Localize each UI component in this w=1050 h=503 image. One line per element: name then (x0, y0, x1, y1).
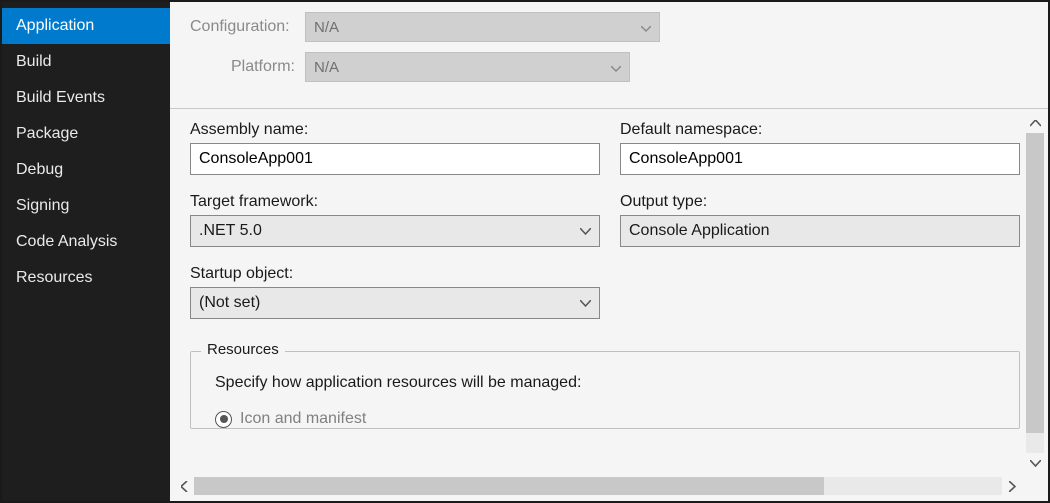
vertical-scroll-track[interactable] (1026, 133, 1044, 453)
output-type-label: Output type: (620, 193, 1020, 211)
scroll-down-icon[interactable] (1025, 453, 1045, 473)
assembly-name-label: Assembly name: (190, 121, 600, 139)
target-framework-label: Target framework: (190, 193, 600, 211)
configuration-label: Configuration: (190, 18, 305, 36)
config-header: Configuration: N/A Platform: N/A (170, 2, 1048, 109)
resources-group: Resources Specify how application resour… (190, 351, 1020, 429)
chevron-down-icon (611, 59, 621, 76)
chevron-down-icon (580, 300, 591, 307)
scroll-up-icon[interactable] (1025, 113, 1045, 133)
icon-and-manifest-label: Icon and manifest (240, 410, 366, 428)
output-type-value: Console Application (629, 222, 770, 240)
configuration-value: N/A (314, 19, 339, 36)
horizontal-scroll-track[interactable] (194, 477, 1002, 495)
scroll-right-icon[interactable] (1002, 476, 1022, 496)
icon-and-manifest-radio[interactable]: Icon and manifest (215, 410, 1003, 428)
target-framework-value: .NET 5.0 (199, 222, 262, 240)
scroll-left-icon[interactable] (174, 476, 194, 496)
chevron-down-icon (641, 19, 651, 36)
sidebar-item-build[interactable]: Build (2, 44, 170, 80)
form-body: Assembly name: Default namespace: Target… (170, 109, 1048, 501)
startup-object-value: (Not set) (199, 294, 260, 312)
sidebar-item-resources[interactable]: Resources (2, 260, 170, 296)
sidebar-item-code-analysis[interactable]: Code Analysis (2, 224, 170, 260)
platform-select: N/A (305, 52, 630, 82)
target-framework-select[interactable]: .NET 5.0 (190, 215, 600, 247)
resources-group-description: Specify how application resources will b… (215, 374, 1003, 392)
sidebar-item-debug[interactable]: Debug (2, 152, 170, 188)
startup-object-label: Startup object: (190, 265, 600, 283)
sidebar-item-build-events[interactable]: Build Events (2, 80, 170, 116)
sidebar-item-application[interactable]: Application (2, 8, 170, 44)
default-namespace-input[interactable] (620, 143, 1020, 175)
sidebar-item-package[interactable]: Package (2, 116, 170, 152)
default-namespace-label: Default namespace: (620, 121, 1020, 139)
main-panel: Configuration: N/A Platform: N/A (170, 2, 1048, 501)
platform-value: N/A (314, 59, 339, 76)
horizontal-scroll-thumb[interactable] (194, 477, 824, 495)
resources-group-title: Resources (201, 341, 285, 358)
sidebar: Application Build Build Events Package D… (2, 2, 170, 501)
chevron-down-icon (580, 228, 591, 235)
platform-label: Platform: (190, 58, 305, 76)
project-properties-window: Application Build Build Events Package D… (2, 2, 1048, 501)
sidebar-item-signing[interactable]: Signing (2, 188, 170, 224)
startup-object-select[interactable]: (Not set) (190, 287, 600, 319)
output-type-select[interactable]: Console Application (620, 215, 1020, 247)
form-scroll: Assembly name: Default namespace: Target… (170, 109, 1022, 473)
assembly-name-input[interactable] (190, 143, 600, 175)
radio-icon (215, 411, 232, 428)
horizontal-scrollbar[interactable] (174, 475, 1022, 497)
configuration-select: N/A (305, 12, 660, 42)
vertical-scroll-thumb[interactable] (1026, 133, 1044, 433)
vertical-scrollbar[interactable] (1024, 113, 1046, 473)
